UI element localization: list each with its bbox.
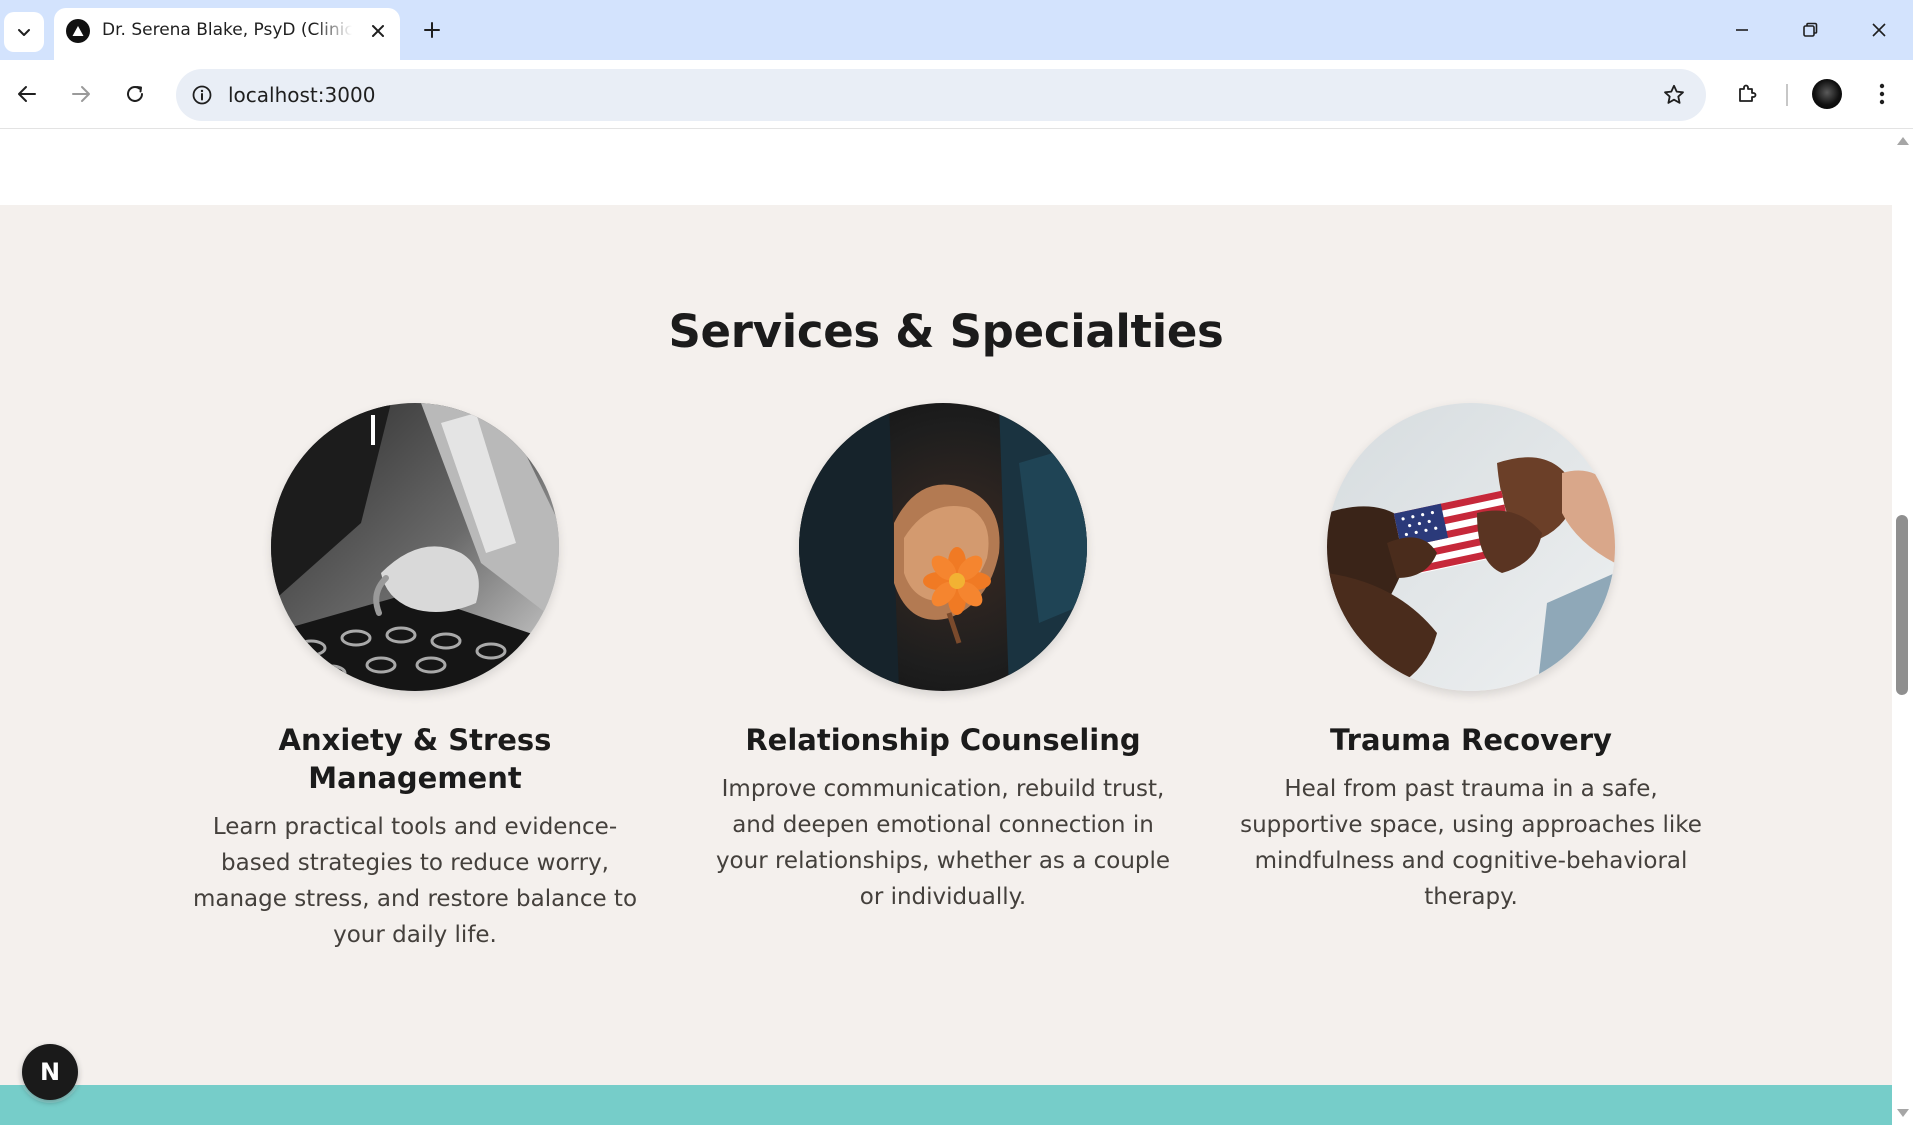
scroll-up-arrow-icon[interactable] [1897,137,1909,145]
avatar [1812,79,1842,109]
chevron-down-icon [18,29,30,36]
services-section: Services & Specialties Anxiety & Stress … [0,205,1892,1113]
bookmark-star-icon[interactable] [1658,79,1690,111]
nextjs-dev-indicator[interactable]: N [22,1044,78,1100]
tab-title: Dr. Serena Blake, PsyD (Clinical Psychol… [102,20,352,40]
back-arrow-icon[interactable] [7,74,47,114]
service-description: Learn practical tools and evidence-based… [192,814,638,948]
more-menu-icon[interactable] [1862,74,1902,114]
profile-avatar-icon[interactable] [1807,74,1847,114]
close-tab-icon[interactable] [365,18,391,44]
service-title: Anxiety & Stress Management [278,723,552,795]
service-description: Improve communication, rebuild trust, an… [715,776,1171,910]
hands-holding-flower-photo-icon [799,403,1087,691]
page-viewport: Services & Specialties Anxiety & Stress … [0,129,1892,1125]
service-title: Relationship Counseling [745,723,1141,757]
browser-tab-bar: Dr. Serena Blake, PsyD (Clinical Psychol… [0,0,1913,60]
extensions-puzzle-icon[interactable] [1727,74,1767,114]
service-image-relationship [799,403,1087,691]
forward-arrow-icon[interactable] [61,74,101,114]
browser-tab-active[interactable]: Dr. Serena Blake, PsyD (Clinical Psychol… [54,8,400,60]
minimize-window-icon[interactable] [1720,8,1764,52]
toolbar-separator [1786,84,1788,106]
page-scrollbar[interactable] [1892,129,1913,1125]
service-image-anxiety [271,403,559,691]
url-text: localhost:3000 [228,83,376,107]
site-info-icon[interactable] [186,79,218,111]
service-image-trauma [1327,403,1615,691]
service-card-anxiety: Anxiety & Stress Management Learn practi… [180,403,650,953]
restore-window-icon[interactable] [1788,8,1832,52]
address-bar[interactable]: localhost:3000 [176,69,1706,121]
close-window-icon[interactable] [1857,8,1901,52]
browser-toolbar: localhost:3000 [0,60,1913,129]
new-tab-icon[interactable] [414,12,450,48]
nextjs-badge-label: N [39,1058,61,1086]
service-description: Heal from past trauma in a safe, support… [1240,776,1702,910]
service-card-trauma: Trauma Recovery Heal from past trauma in… [1236,403,1706,915]
grayscale-hands-photo-icon [271,403,559,691]
favicon-triangle-icon [66,19,90,43]
scrollbar-thumb[interactable] [1896,515,1908,695]
next-section-band [0,1085,1892,1125]
reload-icon[interactable] [115,74,155,114]
scroll-down-arrow-icon[interactable] [1897,1109,1909,1117]
tab-search-button[interactable] [4,12,44,52]
service-title: Trauma Recovery [1330,723,1612,757]
hands-holding-flag-photo-icon [1327,403,1615,691]
service-card-relationship: Relationship Counseling Improve communic… [708,403,1178,915]
services-heading: Services & Specialties [668,305,1224,358]
